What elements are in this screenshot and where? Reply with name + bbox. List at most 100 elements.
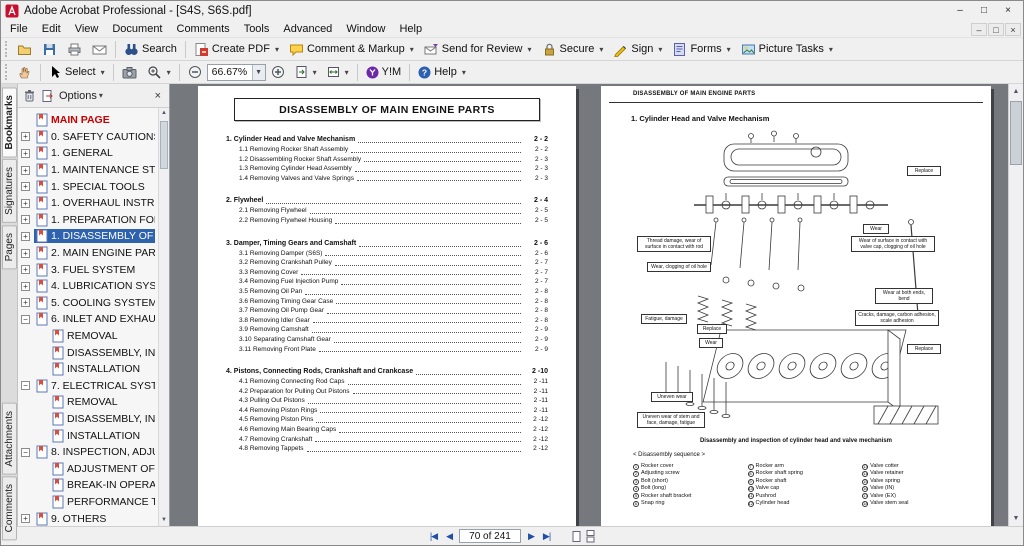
bookmark-item[interactable]: +2. MAIN ENGINE PART	[21, 245, 157, 262]
snapshot-button[interactable]	[117, 63, 142, 82]
bookmark-expander-icon[interactable]: +	[21, 232, 30, 241]
bookmark-item[interactable]: +1. SPECIAL TOOLS	[21, 178, 157, 195]
forms-button[interactable]: Forms	[667, 39, 735, 60]
menu-file[interactable]: File	[3, 22, 35, 36]
toc-entry[interactable]: 3.5 Removing Oil Pan2 - 8	[226, 287, 548, 297]
toc-entry[interactable]: 3.7 Removing Oil Pump Gear2 - 8	[226, 306, 548, 316]
bookmark-main[interactable]: ADJUSTMENT OF E	[50, 462, 157, 476]
bookmark-item[interactable]: MAIN PAGE	[21, 112, 157, 129]
bookmark-main[interactable]: 6. INLET AND EXHAUS	[34, 312, 157, 326]
bookmark-item[interactable]: +5. COOLING SYSTEM	[21, 295, 157, 312]
email-button[interactable]	[87, 39, 112, 60]
bookmark-item[interactable]: +1. MAINTENANCE STA	[21, 162, 157, 179]
bookmark-main[interactable]: 5. COOLING SYSTEM	[34, 296, 157, 310]
bookmark-main[interactable]: BREAK-IN OPERAT	[50, 478, 157, 492]
open-button[interactable]	[12, 39, 37, 60]
doc-close-button[interactable]: ×	[1005, 23, 1021, 36]
bookmark-item[interactable]: ADJUSTMENT OF E	[21, 460, 157, 477]
fit-width-button[interactable]	[322, 62, 354, 82]
single-page-view-icon[interactable]	[571, 530, 582, 543]
options-menu-button[interactable]: Options	[59, 90, 103, 102]
toc-entry[interactable]: 4.7 Removing Crankshaft2 -12	[226, 435, 548, 445]
zoom-tool-button[interactable]	[142, 62, 176, 83]
bookmark-item[interactable]: +1. DISASSEMBLY OF	[21, 228, 157, 245]
scrollbar-thumb[interactable]	[160, 121, 168, 169]
toc-entry[interactable]: 1.3 Removing Cylinder Head Assembly2 - 3	[226, 164, 548, 174]
bookmark-item[interactable]: −8. INSPECTION, ADJU	[21, 444, 157, 461]
bookmark-main[interactable]: DISASSEMBLY, INS	[50, 346, 157, 360]
toc-entry[interactable]: 2.2 Removing Flywheel Housing2 - 5	[226, 216, 548, 226]
bookmark-main[interactable]: 2. MAIN ENGINE PART	[34, 246, 157, 260]
toolbar-grip[interactable]	[5, 41, 9, 57]
bookmark-item[interactable]: DISASSEMBLY, INS	[21, 411, 157, 428]
doc-minimize-button[interactable]: –	[971, 23, 987, 36]
go-to-bookmark-icon[interactable]	[41, 89, 54, 103]
bookmark-main[interactable]: DISASSEMBLY, INS	[50, 412, 157, 426]
menu-document[interactable]: Document	[105, 22, 169, 36]
scrollbar-thumb[interactable]	[1010, 101, 1022, 165]
bookmark-expander-icon[interactable]: +	[21, 298, 30, 307]
bookmark-expander-icon[interactable]: +	[21, 282, 30, 291]
bookmark-item[interactable]: −7. ELECTRICAL SYSTE	[21, 378, 157, 395]
menu-advanced[interactable]: Advanced	[276, 22, 339, 36]
prev-page-button[interactable]: ◀	[444, 531, 454, 542]
bookmark-expander-icon[interactable]: +	[21, 166, 30, 175]
bookmark-item[interactable]: −6. INLET AND EXHAUS	[21, 311, 157, 328]
hand-tool-button[interactable]	[12, 62, 37, 83]
toc-entry[interactable]: 4.2 Preparation for Pulling Out Pistons2…	[226, 387, 548, 397]
scroll-down-icon[interactable]: ▼	[159, 515, 169, 526]
toc-entry[interactable]: 3.4 Removing Fuel Injection Pump2 - 7	[226, 277, 548, 287]
scroll-up-icon[interactable]: ▲	[159, 108, 169, 119]
bookmark-main[interactable]: 1. DISASSEMBLY OF	[34, 229, 155, 243]
toc-section-entry[interactable]: 3. Damper, Timing Gears and Camshaft2 - …	[226, 239, 548, 249]
toc-section-entry[interactable]: 4. Pistons, Connecting Rods, Crankshaft …	[226, 367, 548, 377]
chevron-down-icon[interactable]: ▼	[252, 65, 265, 80]
tab-signatures[interactable]: Signatures	[2, 159, 17, 223]
bookmark-item[interactable]: PERFORMANCE TE	[21, 494, 157, 511]
bookmark-main[interactable]: INSTALLATION	[50, 429, 142, 443]
toc-entry[interactable]: 4.3 Pulling Out Pistons2 -11	[226, 396, 548, 406]
bookmark-expander-icon[interactable]: +	[21, 149, 30, 158]
bookmark-item[interactable]: +3. FUEL SYSTEM	[21, 261, 157, 278]
bookmark-main[interactable]: 3. FUEL SYSTEM	[34, 263, 137, 277]
bookmark-expander-icon[interactable]: −	[21, 315, 30, 324]
bookmark-expander-icon[interactable]: +	[21, 182, 30, 191]
bookmark-main[interactable]: 4. LUBRICATION SYST	[34, 279, 157, 293]
tab-attachments[interactable]: Attachments	[2, 403, 17, 475]
bookmark-item[interactable]: +1. OVERHAUL INSTRU	[21, 195, 157, 212]
toc-entry[interactable]: 4.4 Removing Piston Rings2 -11	[226, 406, 548, 416]
delete-bookmark-icon[interactable]	[23, 89, 36, 103]
toc-entry[interactable]: 3.8 Removing Idler Gear2 - 8	[226, 316, 548, 326]
search-button[interactable]: Search	[119, 39, 182, 60]
pdf-page-right[interactable]: DISASSEMBLY OF MAIN ENGINE PARTS 1. Cyli…	[601, 86, 991, 526]
bookmark-item[interactable]: REMOVAL	[21, 328, 157, 345]
create-pdf-button[interactable]: Create PDF	[189, 39, 284, 60]
bookmark-item[interactable]: +9. OTHERS	[21, 510, 157, 526]
bookmark-main[interactable]: 7. ELECTRICAL SYSTE	[34, 379, 157, 393]
bookmark-expander-icon[interactable]: +	[21, 514, 30, 523]
help-button[interactable]: ? Help	[413, 63, 471, 82]
zoom-out-button[interactable]	[183, 62, 207, 82]
bookmark-main[interactable]: 0. SAFETY CAUTIONS	[34, 130, 157, 144]
toc-entry[interactable]: 3.10 Separating Camshaft Gear2 - 9	[226, 335, 548, 345]
bookmark-main[interactable]: 1. SPECIAL TOOLS	[34, 180, 147, 194]
bookmark-main[interactable]: MAIN PAGE	[34, 113, 112, 127]
menu-tools[interactable]: Tools	[237, 22, 277, 36]
page-number-field[interactable]: 70 of 241	[459, 529, 521, 543]
sign-button[interactable]: Sign	[608, 39, 667, 60]
toc-entry[interactable]: 4.5 Removing Piston Pins2 -12	[226, 415, 548, 425]
scroll-down-icon[interactable]: ▼	[1009, 511, 1023, 526]
menu-comments[interactable]: Comments	[170, 22, 237, 36]
tab-comments[interactable]: Comments	[2, 476, 17, 540]
toc-entry[interactable]: 3.1 Removing Damper (S6S)2 - 6	[226, 249, 548, 259]
document-scrollbar[interactable]: ▲ ▼	[1008, 84, 1023, 526]
select-tool-button[interactable]: Select	[44, 62, 110, 82]
toc-entry[interactable]: 2.1 Removing Flywheel2 - 5	[226, 206, 548, 216]
yahoo-messenger-button[interactable]: Y!M	[361, 63, 407, 82]
menu-help[interactable]: Help	[392, 22, 429, 36]
scroll-up-icon[interactable]: ▲	[1009, 84, 1023, 99]
toc-entry[interactable]: 3.11 Removing Front Plate2 - 9	[226, 345, 548, 355]
last-page-button[interactable]: ▶|	[541, 531, 552, 542]
toolbar-grip[interactable]	[5, 64, 9, 80]
bookmark-main[interactable]: REMOVAL	[50, 329, 120, 343]
